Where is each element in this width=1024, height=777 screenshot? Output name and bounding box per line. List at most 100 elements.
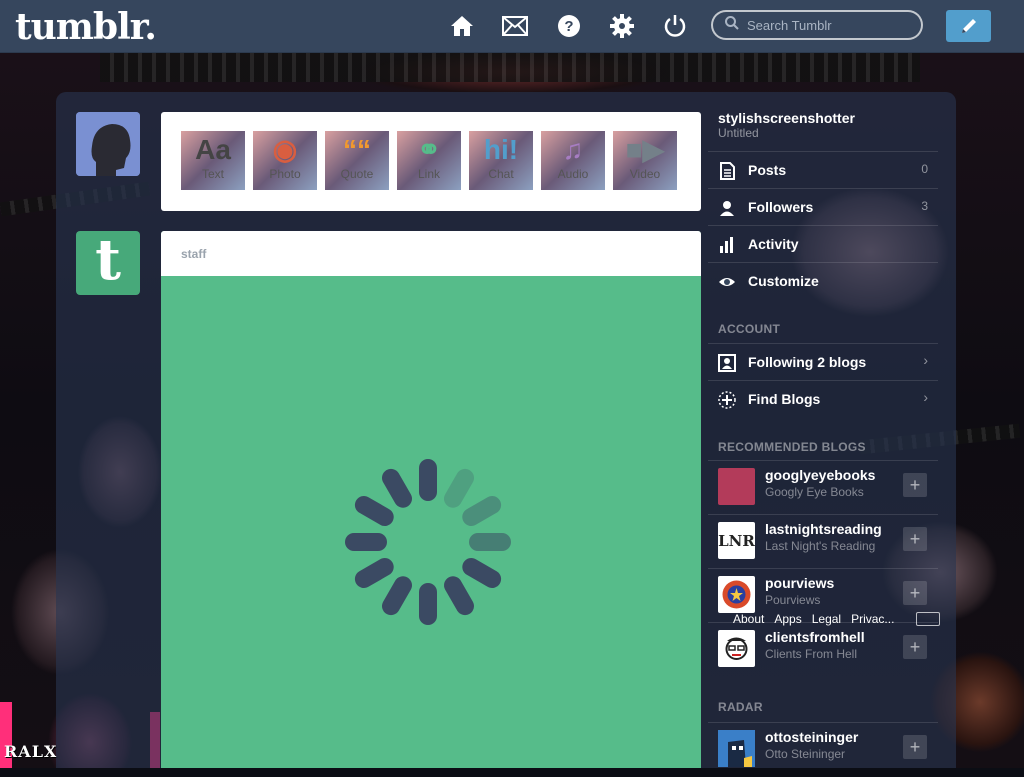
spinner-bar (462, 496, 502, 526)
post-type-video-button[interactable]: ■▶ Video (613, 131, 677, 190)
post-type-chat-button[interactable]: hi! Chat (469, 131, 533, 190)
sidebar-item-following[interactable]: Following 2 blogs › (708, 343, 938, 380)
blog-title: Pourviews (765, 593, 821, 607)
recommended-blog[interactable]: LNR lastnightsreading Last Night's Readi… (708, 514, 938, 569)
sidebar-item-activity[interactable]: Activity (708, 225, 938, 262)
settings-icon[interactable] (608, 12, 636, 40)
search-icon (725, 15, 739, 35)
follow-button[interactable]: + (903, 473, 927, 497)
sidebar-item-count: 3 (921, 199, 928, 213)
top-navigation-bar: tumblr. ? (0, 0, 1024, 53)
blog-name[interactable]: pourviews (765, 575, 834, 591)
post-type-link-button[interactable]: ⚭ Link (397, 131, 461, 190)
recommended-blogs-header: RECOMMENDED BLOGS (718, 440, 866, 454)
blog-title: Googly Eye Books (765, 485, 864, 499)
footer-link-apps[interactable]: Apps (774, 612, 801, 626)
blog-avatar[interactable] (718, 576, 755, 613)
followers-icon (720, 201, 734, 216)
home-icon[interactable] (448, 12, 476, 40)
pencil-icon (961, 19, 976, 33)
post-blog-name[interactable]: staff (181, 247, 206, 261)
sidebar-item-posts[interactable]: Posts 0 (708, 151, 938, 188)
blog-avatar[interactable] (718, 630, 755, 667)
recommended-blog[interactable]: googlyeyebooks Googly Eye Books + (708, 460, 938, 515)
blog-title: Last Night's Reading (765, 539, 876, 553)
link-icon: ⚭ (417, 134, 441, 165)
blog-title: Clients From Hell (765, 647, 858, 661)
recommended-blog[interactable]: clientsfromhell Clients From Hell + (708, 622, 938, 677)
post-type-label: Text (201, 167, 224, 181)
post-type-quote-button[interactable]: ““ Quote (325, 131, 389, 190)
spinner-bar (469, 533, 511, 551)
spinner-bar (382, 576, 412, 616)
power-icon[interactable] (661, 12, 689, 40)
silhouette-icon (76, 112, 140, 176)
follow-button[interactable]: + (903, 581, 927, 605)
footer-link-about[interactable]: About (733, 612, 764, 626)
sidebar-item-label: Activity (748, 236, 799, 252)
compose-post-button[interactable] (946, 10, 991, 42)
blog-name[interactable]: lastnightsreading (765, 521, 882, 537)
sidebar-item-label: Followers (748, 199, 814, 215)
follow-button[interactable]: + (903, 527, 927, 551)
post-header: staff (161, 231, 701, 276)
post-type-label: Audio (557, 167, 589, 181)
footer-link-legal[interactable]: Legal (812, 612, 841, 626)
tumblr-logo[interactable]: tumblr. (15, 6, 157, 48)
post-type-text-button[interactable]: Aa Text (181, 131, 245, 190)
chat-icon: hi! (483, 134, 519, 165)
account-header: ACCOUNT (718, 322, 781, 336)
spinner-bar (345, 533, 387, 551)
blog-name[interactable]: clientsfromhell (765, 629, 865, 645)
staff-avatar[interactable]: t (76, 231, 140, 295)
sidebar-item-find-blogs[interactable]: Find Blogs › (708, 380, 938, 417)
sidebar-item-label: Posts (748, 162, 787, 178)
spinner-bar (354, 558, 394, 588)
photo-icon: ◉ (272, 134, 298, 165)
sidebar-item-label: Following 2 blogs (748, 354, 867, 370)
blog-name[interactable]: ottosteininger (765, 729, 858, 745)
post-type-label: Chat (488, 167, 514, 181)
blog-avatar[interactable] (718, 730, 755, 767)
activity-icon (720, 237, 733, 253)
compass-icon (718, 391, 736, 409)
audio-icon: ♫ (562, 134, 584, 165)
eye-icon (719, 278, 735, 286)
sidebar-blog-title: Untitled (718, 126, 759, 140)
post-type-selector: Aa Text ◉ Photo ““ Quote ⚭ Link hi! Chat ♫ Audio ■▶ V… (161, 112, 701, 211)
spinner-bar (419, 459, 437, 501)
sidebar-item-count: 0 (921, 162, 928, 176)
quote-icon: ““ (343, 134, 371, 165)
following-icon (718, 354, 736, 372)
help-icon[interactable]: ? (555, 12, 583, 40)
search-box[interactable] (711, 10, 923, 40)
loading-spinner-icon (345, 459, 511, 625)
text-icon: Aa (195, 134, 231, 165)
keyboard-shortcuts-icon[interactable] (916, 612, 940, 626)
dashboard-post: staff (161, 231, 701, 768)
spinner-bar (354, 496, 394, 526)
blog-avatar[interactable]: LNR (718, 522, 755, 559)
blog-name[interactable]: googlyeyebooks (765, 467, 875, 483)
sidebar-item-followers[interactable]: Followers 3 (708, 188, 938, 225)
blog-avatar[interactable] (718, 468, 755, 505)
video-icon: ■▶ (625, 134, 665, 165)
user-avatar[interactable] (76, 112, 140, 176)
footer-link-privacy[interactable]: Privac... (851, 612, 894, 626)
radar-header: RADAR (718, 700, 763, 714)
follow-button[interactable]: + (903, 635, 927, 659)
mail-icon[interactable] (501, 12, 529, 40)
blog-title: Otto Steininger (765, 747, 846, 761)
sidebar-item-label: Find Blogs (748, 391, 821, 407)
post-type-audio-button[interactable]: ♫ Audio (541, 131, 605, 190)
radar-blog[interactable]: ottosteininger Otto Steininger + (708, 722, 938, 777)
spinner-bar (462, 558, 502, 588)
post-type-label: Link (417, 167, 440, 181)
spinner-bar (382, 468, 412, 508)
sidebar-blog-name[interactable]: stylishscreenshotter (718, 110, 855, 126)
post-type-photo-button[interactable]: ◉ Photo (253, 131, 317, 190)
follow-button[interactable]: + (903, 735, 927, 759)
search-input[interactable] (745, 16, 919, 34)
sidebar-item-customize[interactable]: Customize (708, 262, 938, 299)
spinner-bar (444, 576, 474, 616)
